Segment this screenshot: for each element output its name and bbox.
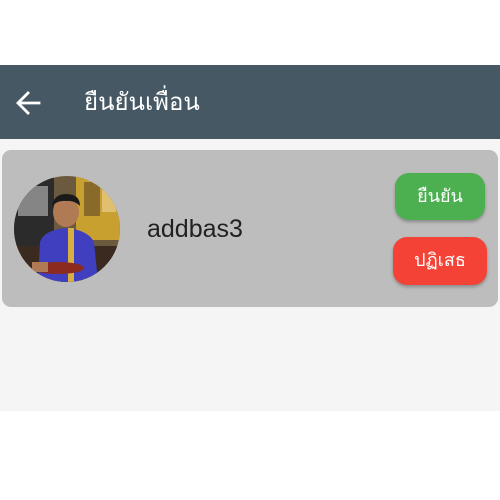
- friend-request-list: addbas3 ยืนยัน ปฏิเสธ: [0, 139, 500, 411]
- confirm-button[interactable]: ยืนยัน: [395, 173, 485, 220]
- app-bar: ยืนยันเพื่อน: [0, 65, 500, 139]
- arrow-back-icon: [16, 91, 41, 115]
- avatar: [14, 176, 120, 282]
- friend-username: addbas3: [147, 215, 243, 243]
- friend-request-card: addbas3 ยืนยัน ปฏิเสธ: [2, 150, 498, 307]
- user-avatar-photo: [14, 176, 120, 282]
- page-title: ยืนยันเพื่อน: [84, 88, 200, 116]
- reject-button[interactable]: ปฏิเสธ: [393, 237, 487, 285]
- back-button[interactable]: [10, 85, 46, 121]
